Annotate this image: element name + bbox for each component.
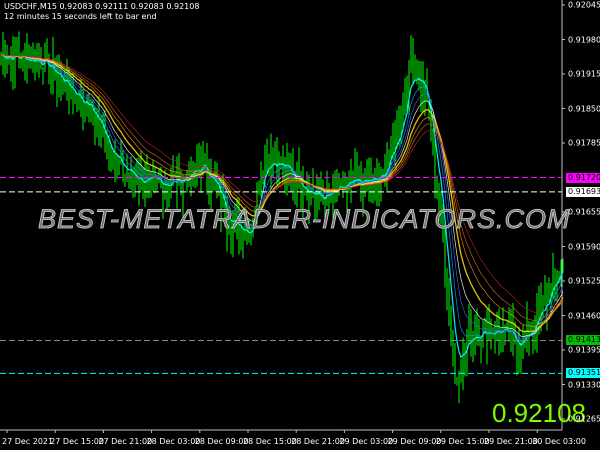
price-tick-label: 0.91460: [568, 311, 600, 320]
price-tick-label: 0.91525: [568, 276, 600, 286]
watermark: BEST-METATRADER-INDICATORS.COM: [38, 204, 571, 235]
price-tick-label: 0.91330: [568, 380, 600, 389]
level-price-label: 0.91720: [566, 172, 600, 183]
moving-average-line: [0, 54, 564, 333]
moving-average-line: [0, 54, 564, 322]
price-tick-label: 0.91265: [568, 414, 600, 424]
price-tick-label: 0.91655: [568, 207, 600, 217]
time-tick-label: 29 Dec 15:00: [435, 437, 490, 446]
price-tick-label: 0.91785: [568, 138, 600, 148]
bar-timer: 12 minutes 15 seconds left to bar end: [4, 12, 157, 21]
time-tick-label: 27 Dec 21:00: [98, 437, 153, 446]
time-tick-label: 30 Dec 03:00: [532, 437, 586, 446]
price-tick-label: 0.91980: [568, 35, 600, 44]
time-tick-label: 28 Dec 21:00: [291, 437, 345, 446]
time-tick-label: 29 Dec 03:00: [339, 437, 394, 446]
moving-average-line: [0, 54, 564, 337]
time-tick-label: 29 Dec 09:00: [387, 437, 442, 446]
current-price: 0.92108: [492, 398, 586, 428]
moving-average-line: [0, 54, 564, 340]
moving-average-line: [0, 54, 564, 327]
price-tick-label: 0.92045: [568, 0, 600, 10]
level-price-label: 0.91693: [566, 186, 600, 197]
price-tick-label: 0.91915: [568, 69, 600, 79]
level-price-label: 0.91413: [566, 335, 600, 346]
symbol-info: USDCHF,M15 0.92083 0.92111 0.92083 0.921…: [4, 2, 200, 11]
level-price-label: 0.91351: [566, 368, 600, 379]
time-tick-label: 27 Dec 15:00: [50, 437, 104, 446]
time-tick-label: 28 Dec 09:00: [194, 437, 249, 446]
price-tick-label: 0.91395: [568, 345, 600, 355]
time-tick-label: 29 Dec 21:00: [484, 437, 538, 446]
time-tick-label: 28 Dec 03:00: [146, 437, 201, 446]
price-tick-label: 0.91590: [568, 242, 600, 251]
time-tick-label: 28 Dec 15:00: [243, 437, 297, 446]
price-tick-label: 0.91850: [568, 104, 600, 113]
time-tick-label: 27 Dec 2021: [2, 437, 54, 446]
